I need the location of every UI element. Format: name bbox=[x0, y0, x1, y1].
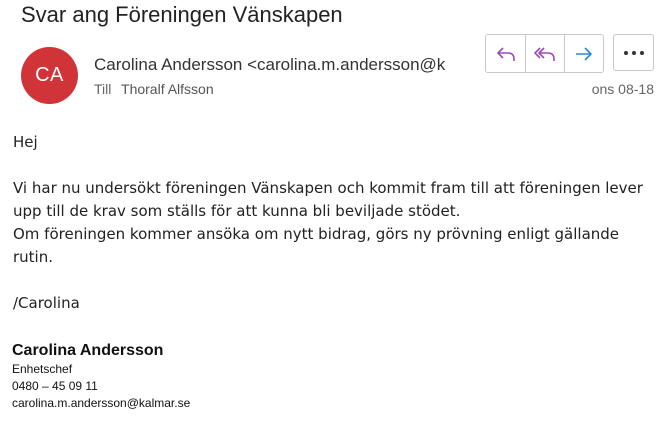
body-line: rutin. bbox=[13, 248, 53, 266]
reply-all-button[interactable] bbox=[525, 35, 564, 72]
more-options-button[interactable] bbox=[613, 34, 654, 71]
body-line: Om föreningen kommer ansöka om nytt bidr… bbox=[13, 225, 620, 243]
forward-icon bbox=[576, 46, 592, 61]
signature-phone: 0480 – 45 09 11 bbox=[12, 379, 98, 393]
recipient-row: Till Thoralf Alfsson bbox=[94, 81, 214, 97]
more-options-icon bbox=[623, 50, 644, 55]
email-subject: Svar ang Föreningen Vänskapen bbox=[21, 2, 343, 27]
greeting: Hej bbox=[13, 133, 38, 151]
signature-name: Carolina Andersson bbox=[12, 342, 164, 359]
reply-all-icon bbox=[534, 46, 555, 61]
sender-name[interactable]: Carolina Andersson <carolina.m.andersson… bbox=[94, 55, 462, 75]
message-actions bbox=[485, 34, 604, 73]
sender-avatar[interactable]: CA bbox=[21, 47, 78, 104]
body-line: Vi har nu undersökt föreningen Vänskapen… bbox=[13, 179, 643, 197]
body-line: upp till de krav som ställs för att kunn… bbox=[13, 202, 461, 220]
sent-date: ons 08-18 bbox=[591, 81, 654, 97]
to-label: Till bbox=[94, 81, 112, 97]
recipient-name[interactable]: Thoralf Alfsson bbox=[121, 81, 214, 97]
message-body: Hej Vi har nu undersökt föreningen Vänsk… bbox=[13, 131, 653, 315]
reply-button[interactable] bbox=[486, 35, 525, 72]
forward-button[interactable] bbox=[564, 35, 603, 72]
email-signature: Carolina Andersson Enhetschef 0480 – 45 … bbox=[12, 341, 190, 412]
closing: /Carolina bbox=[13, 294, 80, 312]
signature-title: Enhetschef bbox=[12, 362, 73, 376]
signature-email[interactable]: carolina.m.andersson@kalmar.se bbox=[12, 395, 190, 412]
reply-icon bbox=[496, 46, 515, 61]
